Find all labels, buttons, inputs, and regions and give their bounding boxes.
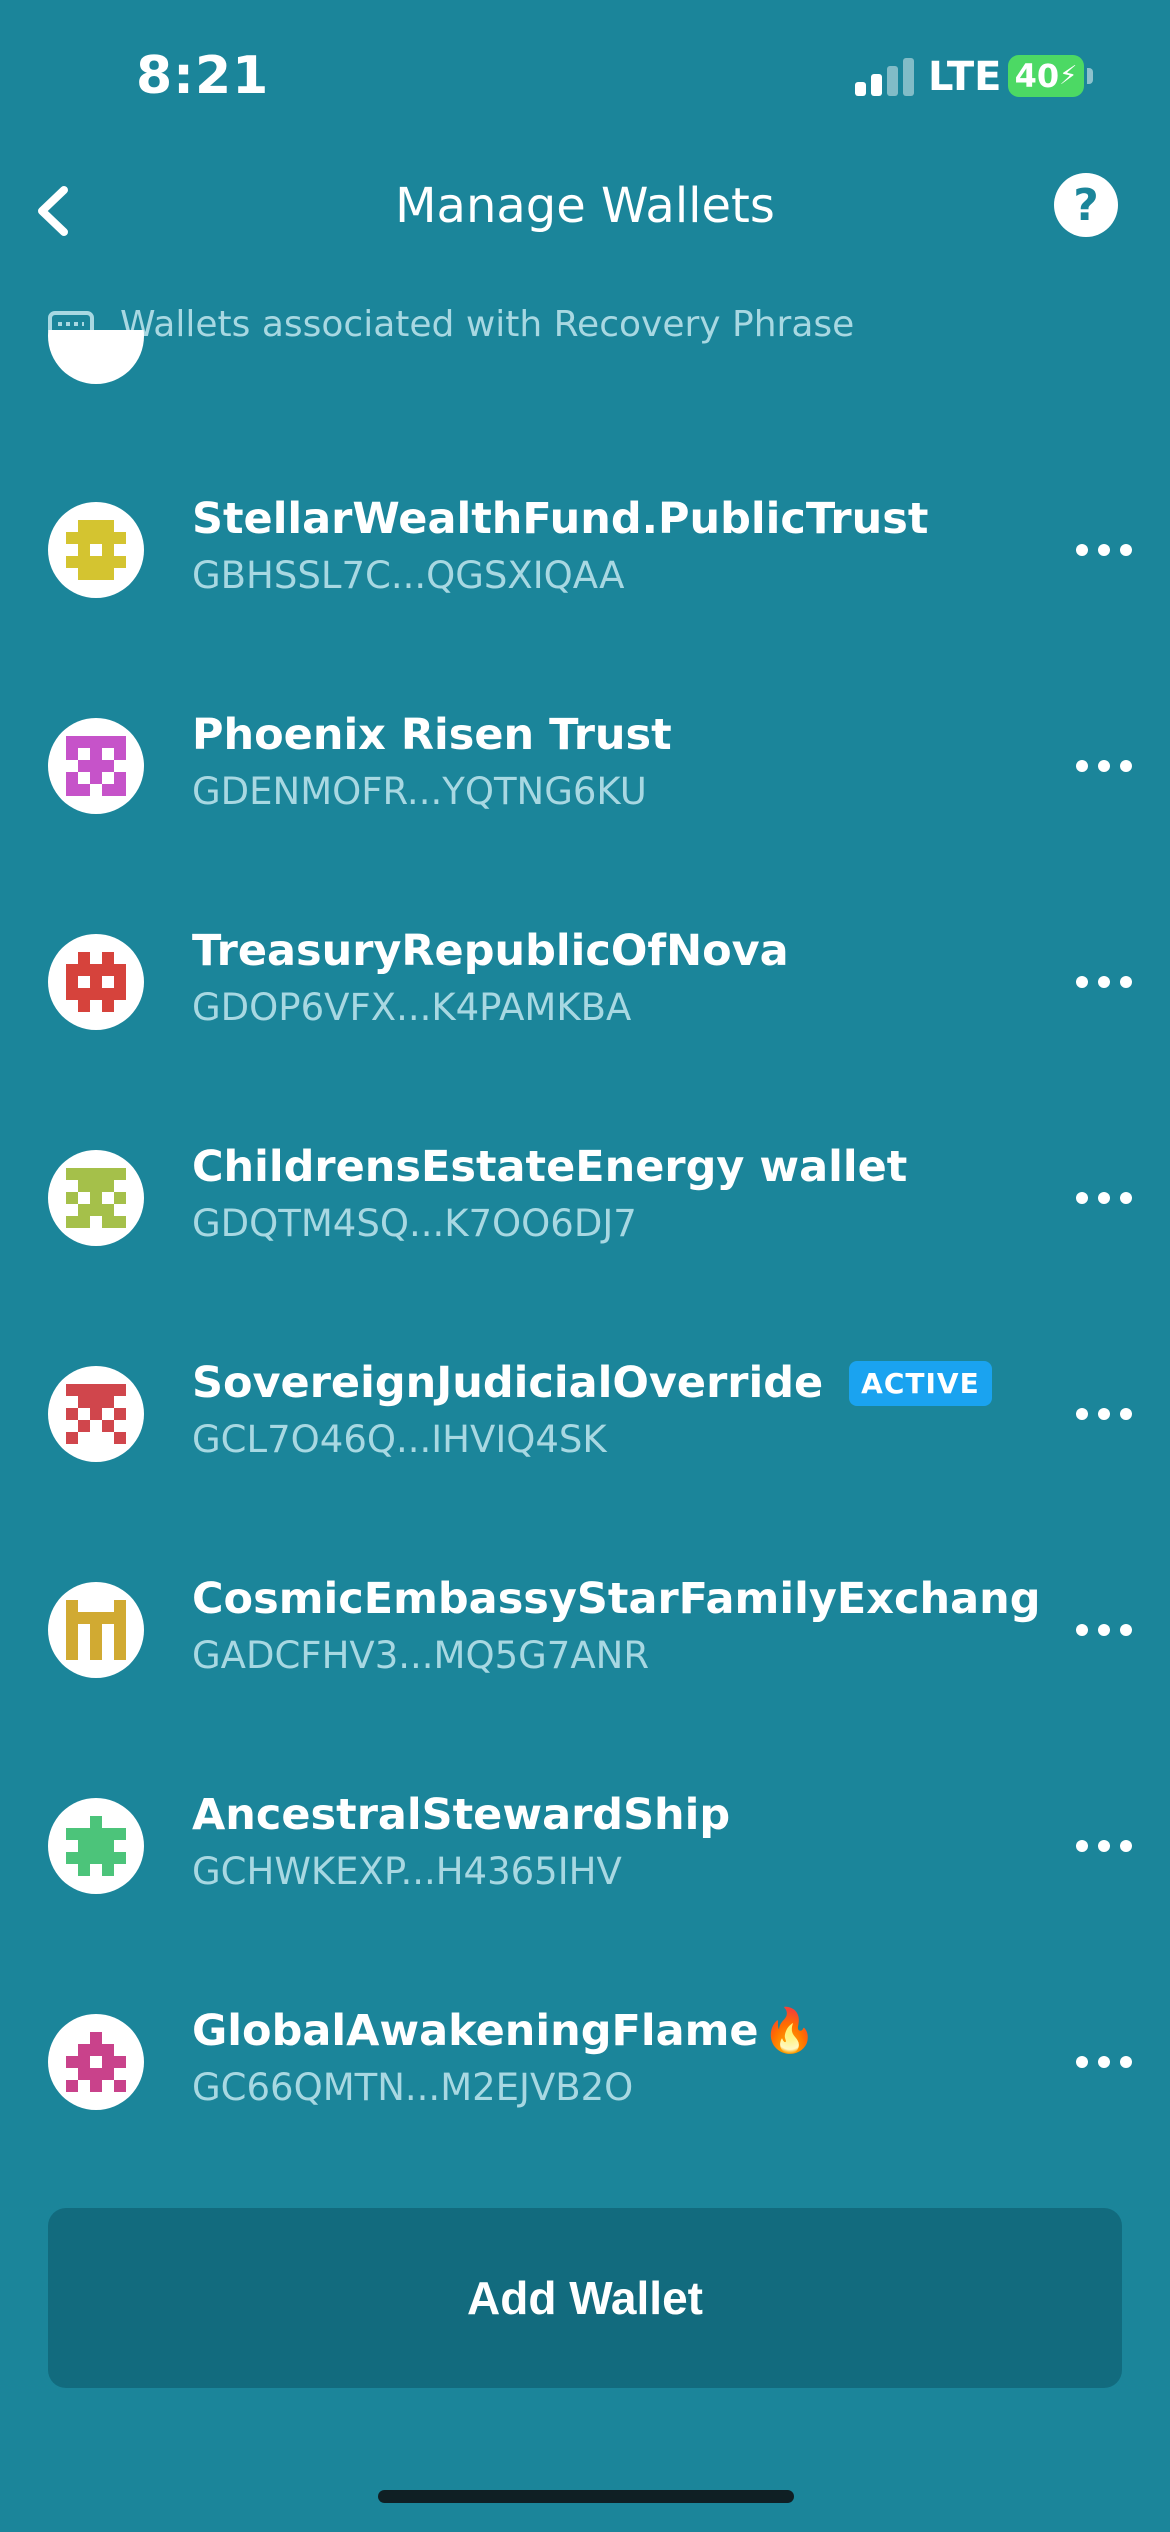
wallet-list: StellarWealthFund.PublicTrust GBHSSL7C...… (0, 442, 1170, 2170)
wallet-name: StellarWealthFund.PublicTrust (192, 494, 929, 544)
more-options-icon[interactable] (1076, 541, 1132, 559)
wallet-row[interactable]: GlobalAwakeningFlame 🔥 GC66QMTN...M2EJVB2O (0, 1954, 1170, 2170)
wallet-address: GDOP6VFX...K4PAMKBA (192, 986, 632, 1029)
identicon-icon (66, 952, 126, 1012)
more-options-icon[interactable] (1076, 973, 1132, 991)
fire-emoji: 🔥 (762, 2006, 817, 2056)
battery-level: 40 (1014, 57, 1060, 95)
signal-icon (855, 58, 915, 96)
wallet-name: SovereignJudicialOverride (192, 1358, 824, 1408)
wallet-row[interactable]: StellarWealthFund.PublicTrust GBHSSL7C...… (0, 442, 1170, 658)
wallet-name: GlobalAwakeningFlame (192, 2006, 759, 2056)
network-type: LTE (928, 54, 1002, 100)
wallet-name: AncestralStewardShip (192, 1790, 731, 1840)
home-indicator[interactable] (378, 2490, 794, 2503)
wallet-row[interactable]: SovereignJudicialOverride ACTIVE GCL7O46Q.… (0, 1306, 1170, 1522)
wallet-address: GBHSSL7C...QGSXIQAA (192, 554, 625, 597)
section-label: Wallets associated with Recovery Phrase (120, 303, 855, 345)
wallet-name: CosmicEmbassyStarFamilyExchang (192, 1574, 1041, 1624)
wallet-address: GC66QMTN...M2EJVB2O (192, 2066, 634, 2109)
wallet-name: Phoenix Risen Trust (192, 710, 672, 760)
wallet-row[interactable]: AncestralStewardShip GCHWKEXP...H4365IHV (0, 1738, 1170, 1954)
wallet-row[interactable]: ChildrensEstateEnergy wallet GDQTM4SQ...K… (0, 1090, 1170, 1306)
battery-icon: 40 ⚡ (1008, 55, 1084, 97)
nav-bar: Manage Wallets (0, 150, 1170, 270)
more-options-icon[interactable] (1076, 1621, 1132, 1639)
wallet-avatar-icon (48, 2014, 144, 2110)
wallet-avatar-icon (48, 1798, 144, 1894)
wallet-address: GADCFHV3...MQ5G7ANR (192, 1634, 650, 1677)
wallet-address: GCL7O46Q...IHVIQ4SK (192, 1418, 607, 1461)
status-time: 8:21 (136, 46, 270, 106)
wallet-avatar-icon (48, 1366, 144, 1462)
wallet-address: GDQTM4SQ...K7OO6DJ7 (192, 1202, 637, 1245)
wallet-name-row: StellarWealthFund.PublicTrust (192, 494, 928, 544)
wallet-address: GDENMOFR...YQTNG6KU (192, 770, 647, 813)
wallet-row[interactable]: Phoenix Risen Trust GDENMOFR...YQTNG6KU (0, 658, 1170, 874)
wallet-name-row: AncestralStewardShip (192, 1790, 730, 1840)
wallet-name-row: TreasuryRepublicOfNova (192, 926, 789, 976)
wallet-avatar-icon (48, 718, 144, 814)
question-mark-icon: ? (1073, 179, 1099, 231)
wallet-avatar-icon (48, 1150, 144, 1246)
more-options-icon[interactable] (1076, 1189, 1132, 1207)
wallet-avatar-icon (48, 502, 144, 598)
wallet-name-row: GlobalAwakeningFlame 🔥 (192, 2006, 816, 2056)
page-title: Manage Wallets (395, 178, 775, 234)
wallet-name-row: Phoenix Risen Trust (192, 710, 672, 760)
identicon-icon (66, 1816, 126, 1876)
more-options-icon[interactable] (1076, 757, 1132, 775)
identicon-icon (66, 2032, 126, 2092)
identicon-icon (66, 1600, 126, 1660)
partial-avatar (48, 330, 144, 384)
wallet-name-row: ChildrensEstateEnergy wallet (192, 1142, 907, 1192)
more-options-icon[interactable] (1076, 2053, 1132, 2071)
wallet-row[interactable]: CosmicEmbassyStarFamilyExchang GADCFHV3..… (0, 1522, 1170, 1738)
wallet-name-row: SovereignJudicialOverride ACTIVE (192, 1358, 992, 1408)
help-button[interactable]: ? (1054, 173, 1118, 237)
wallet-name: ChildrensEstateEnergy wallet (192, 1142, 908, 1192)
identicon-icon (66, 736, 126, 796)
status-bar: 8:21 LTE 40 ⚡ (0, 0, 1170, 150)
more-options-icon[interactable] (1076, 1405, 1132, 1423)
wallet-avatar-icon (48, 1582, 144, 1678)
more-options-icon[interactable] (1076, 1837, 1132, 1855)
wallet-avatar-icon (48, 934, 144, 1030)
status-badge: ACTIVE (849, 1360, 992, 1406)
identicon-icon (66, 520, 126, 580)
identicon-icon (66, 1168, 126, 1228)
section-header: Wallets associated with Recovery Phrase (48, 296, 854, 352)
wallet-name-row: CosmicEmbassyStarFamilyExchang (192, 1574, 1040, 1624)
wallet-address: GCHWKEXP...H4365IHV (192, 1850, 622, 1893)
wallet-name: TreasuryRepublicOfNova (192, 926, 789, 976)
battery-nub (1087, 68, 1093, 84)
identicon-icon (66, 1384, 126, 1444)
wallet-row[interactable]: TreasuryRepublicOfNova GDOP6VFX...K4PAMKB… (0, 874, 1170, 1090)
add-wallet-button[interactable]: Add Wallet (48, 2208, 1122, 2388)
